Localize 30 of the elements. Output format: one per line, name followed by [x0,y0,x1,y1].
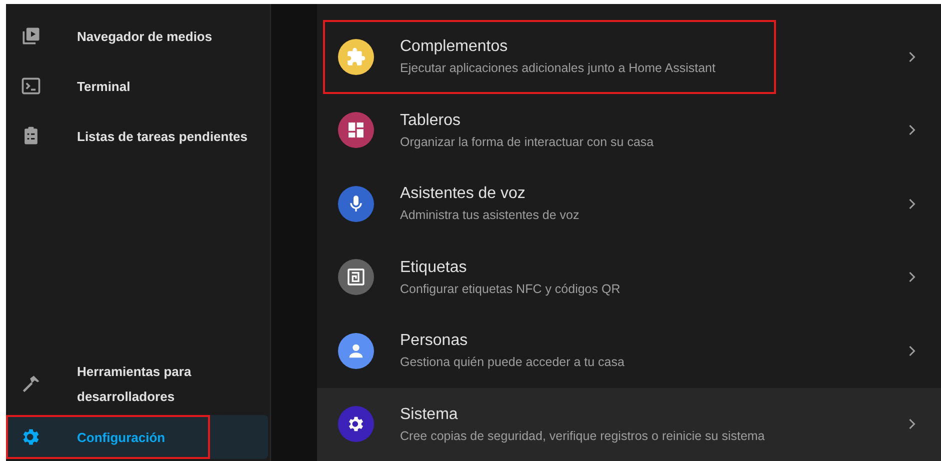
item-description: Administra tus asistentes de voz [400,208,580,222]
item-description: Cree copias de seguridad, verifique registros o reinicie su sistema [400,428,765,443]
settings-row[interactable]: Tableros Organizar la forma de interactuar con su casa [317,94,941,167]
item-description: Gestiona quién puede acceder a tu casa [400,355,624,370]
item-description: Organizar la forma de interactuar con su casa [400,134,654,149]
puzzle-icon [346,46,366,67]
item-title: Asistentes de voz [400,185,526,204]
item-title: Sistema [400,406,459,424]
settings-row[interactable]: Etiquetas Configurar etiquetas NFC y códigos QR [317,240,941,314]
item-description: Ejecutar aplicaciones adicionales junto a Home Assistant [400,61,716,76]
dashboard-icon [346,120,366,140]
sidebar-item[interactable]: Listas de tareas pendientes [6,111,268,161]
sidebar-item[interactable]: Configuración [6,415,268,459]
highlight-frame: Configuración [6,415,210,459]
hammer-icon [20,373,42,395]
settings-row[interactable]: Sistema Cree copias de seguridad, verifique registros o reinicie su sistema [317,388,941,461]
sidebar-item[interactable]: Navegador de medios [6,11,268,61]
item-title: Etiquetas [400,258,468,277]
settings-row[interactable]: Complementos Ejecutar aplicaciones adicionales junto a Home Assistant [317,20,941,94]
settings-row[interactable]: Asistentes de voz Administra tus asistentes de voz [317,167,941,240]
item-description: Configurar etiquetas NFC y códigos QR [400,282,620,296]
sidebar-item[interactable]: Herramientas para desarrolladores [6,359,268,409]
terminal-icon [20,75,42,97]
tag-icon [346,267,366,288]
item-title: Tableros [400,112,462,130]
settings-row[interactable]: Personas Gestiona quién puede acceder a tu casa [317,314,941,388]
item-title: Personas [400,332,469,350]
item-title: Complementos [400,38,509,56]
sidebar-item[interactable]: Terminal [6,61,268,111]
play-icon [20,25,42,47]
